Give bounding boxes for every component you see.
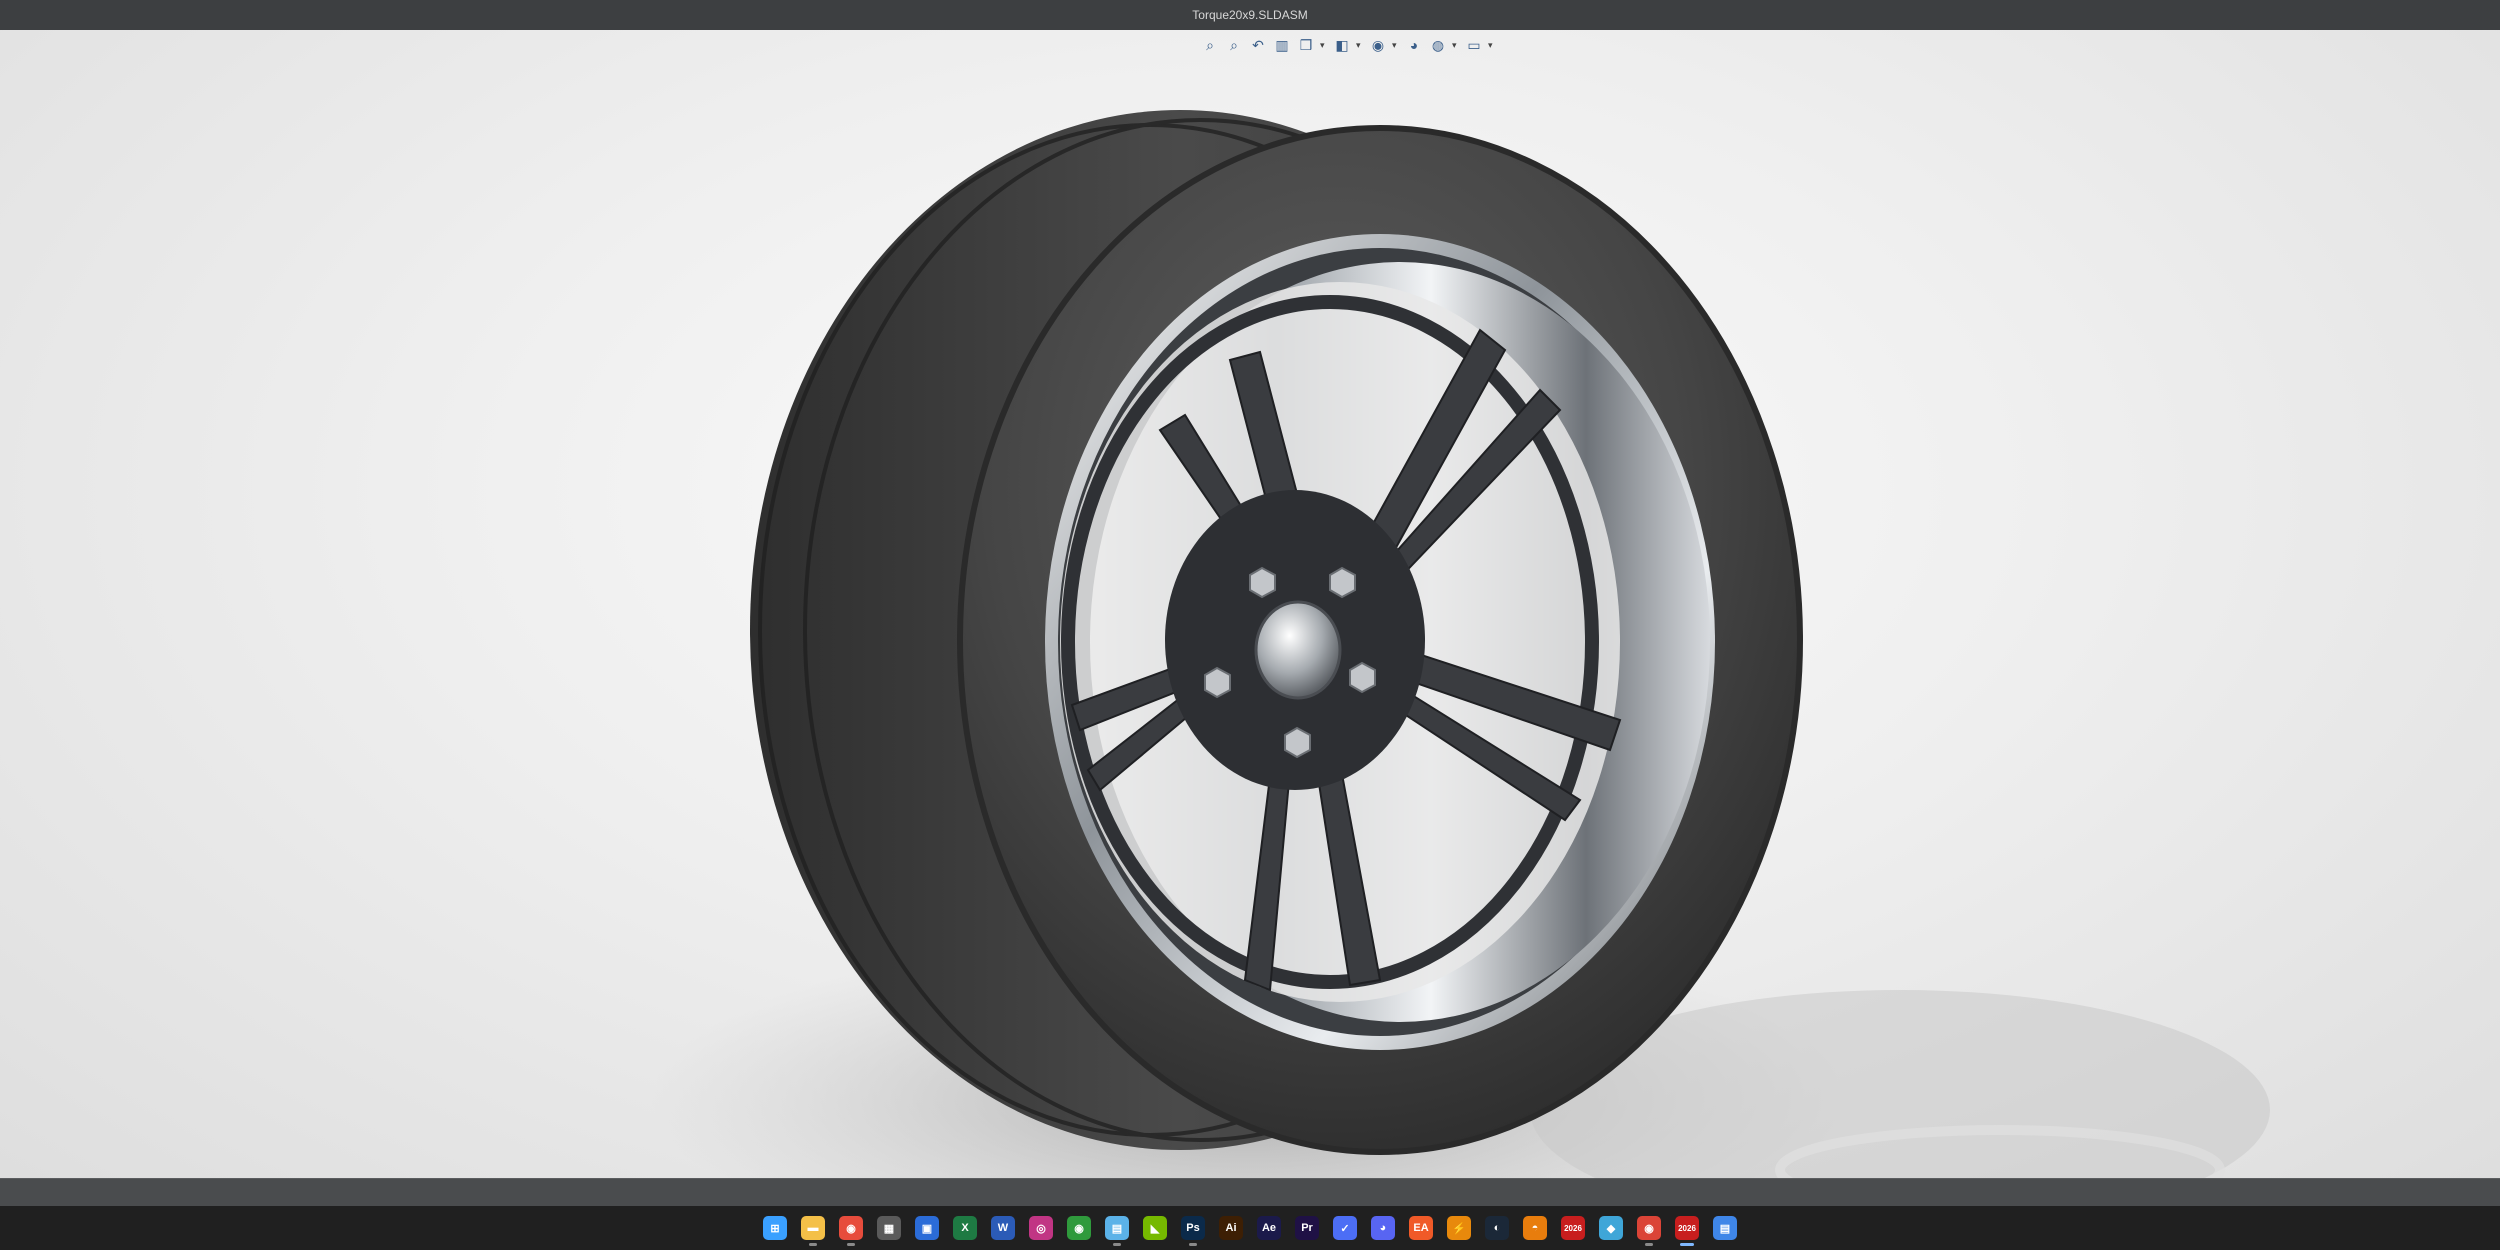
premiere-icon: Pr <box>1295 1216 1319 1240</box>
discord-icon: ◕ <box>1371 1216 1395 1240</box>
window-title: Torque20x9.SLDASM <box>1192 8 1308 22</box>
zoom-to-area-icon: ⌕ <box>1230 36 1238 53</box>
file-explorer-taskbar-button[interactable]: ▬ <box>798 1212 828 1246</box>
dropdown-caret-icon[interactable]: ▾ <box>1488 40 1496 51</box>
notepad-icon: ▤ <box>1105 1216 1129 1240</box>
messenger-taskbar-button[interactable]: ✓ <box>1330 1212 1360 1244</box>
start-menu-taskbar-button[interactable]: ⊞ <box>760 1212 790 1244</box>
start-menu-icon: ⊞ <box>763 1216 787 1240</box>
store-icon: ▣ <box>915 1216 939 1240</box>
dropdown-caret-icon[interactable]: ▾ <box>1452 40 1460 51</box>
previous-view-button[interactable]: ↶ <box>1248 35 1268 55</box>
solidworks-2026-icon: 2026 <box>1561 1216 1585 1240</box>
view-settings-button[interactable]: ▭ <box>1464 35 1484 55</box>
blender-taskbar-button[interactable]: ◓ <box>1520 1212 1550 1244</box>
solidworks-2026-active-icon: 2026 <box>1675 1216 1699 1240</box>
illustrator-icon: Ai <box>1219 1216 1243 1240</box>
xbox-taskbar-button[interactable]: ◉ <box>1064 1212 1094 1244</box>
notes-taskbar-button[interactable]: ▤ <box>1710 1212 1740 1244</box>
zoom-to-fit-button[interactable]: ⌕ <box>1200 35 1220 55</box>
steam-icon: ◐ <box>1485 1216 1509 1240</box>
zoom-to-area-button[interactable]: ⌕ <box>1224 35 1244 55</box>
view-orientation-button[interactable]: ❒ <box>1296 35 1316 55</box>
notepad-taskbar-button[interactable]: ▤ <box>1102 1212 1132 1246</box>
ea-app-icon: EA <box>1409 1216 1433 1240</box>
apply-scene-icon: ◍ <box>1431 36 1445 53</box>
after-effects-icon: Ae <box>1257 1216 1281 1240</box>
status-bar <box>0 1178 2500 1207</box>
store-taskbar-button[interactable]: ▣ <box>912 1212 942 1244</box>
section-view-button[interactable]: ▥ <box>1272 35 1292 55</box>
solidworks-2026-active-taskbar-button[interactable]: 2026 <box>1672 1212 1702 1246</box>
view-settings-icon: ▭ <box>1467 36 1481 53</box>
dropdown-caret-icon[interactable]: ▾ <box>1392 40 1400 51</box>
nvidia-icon: ◣ <box>1143 1216 1167 1240</box>
chrome-icon: ◉ <box>839 1216 863 1240</box>
file-explorer-icon: ▬ <box>801 1216 825 1240</box>
calculator-taskbar-button[interactable]: ▦ <box>874 1212 904 1244</box>
windows-taskbar: ⊞ ▬ ◉ ▦ ▣ X W ◎ ◉ ▤ ◣ Ps Ai Ae Pr ✓ ◕ EA ⚡ ◐ ◓ 2026 ◆ ◉ 2026 ▤ <box>0 1206 2500 1250</box>
center-cap <box>1254 600 1342 700</box>
illustrator-taskbar-button[interactable]: Ai <box>1216 1212 1246 1244</box>
display-style-button[interactable]: ◧ <box>1332 35 1352 55</box>
instagram-icon: ◎ <box>1029 1216 1053 1240</box>
window-titlebar: Torque20x9.SLDASM <box>0 0 2500 30</box>
chrome-profile-taskbar-button[interactable]: ◉ <box>1634 1212 1664 1246</box>
zoom-to-fit-icon: ⌕ <box>1206 36 1214 53</box>
cube-app-icon: ◆ <box>1599 1216 1623 1240</box>
notes-icon: ▤ <box>1713 1216 1737 1240</box>
edit-appearance-icon: ◕ <box>1409 37 1419 53</box>
hide-show-items-button[interactable]: ◉ <box>1368 35 1388 55</box>
word-taskbar-button[interactable]: W <box>988 1212 1018 1244</box>
edit-appearance-button[interactable]: ◕ <box>1404 35 1424 55</box>
discord-taskbar-button[interactable]: ◕ <box>1368 1212 1398 1244</box>
word-icon: W <box>991 1216 1015 1240</box>
steam-taskbar-button[interactable]: ◐ <box>1482 1212 1512 1244</box>
chrome-profile-icon: ◉ <box>1637 1216 1661 1240</box>
nvidia-taskbar-button[interactable]: ◣ <box>1140 1212 1170 1244</box>
wheel-model-render[interactable] <box>0 30 2500 1178</box>
dropdown-caret-icon[interactable]: ▾ <box>1320 40 1328 51</box>
xbox-icon: ◉ <box>1067 1216 1091 1240</box>
blender-icon: ◓ <box>1523 1216 1547 1240</box>
sketch-taskbar-button[interactable]: ⚡ <box>1444 1212 1474 1244</box>
previous-view-icon: ↶ <box>1252 36 1264 53</box>
solidworks-2026-taskbar-button[interactable]: 2026 <box>1558 1212 1588 1244</box>
cube-app-taskbar-button[interactable]: ◆ <box>1596 1212 1626 1244</box>
excel-taskbar-button[interactable]: X <box>950 1212 980 1244</box>
calculator-icon: ▦ <box>877 1216 901 1240</box>
after-effects-taskbar-button[interactable]: Ae <box>1254 1212 1284 1244</box>
chrome-taskbar-button[interactable]: ◉ <box>836 1212 866 1246</box>
view-orientation-icon: ❒ <box>1299 36 1313 53</box>
sketch-icon: ⚡ <box>1447 1216 1471 1240</box>
messenger-icon: ✓ <box>1333 1216 1357 1240</box>
instagram-taskbar-button[interactable]: ◎ <box>1026 1212 1056 1244</box>
ea-app-taskbar-button[interactable]: EA <box>1406 1212 1436 1244</box>
apply-scene-button[interactable]: ◍ <box>1428 35 1448 55</box>
hide-show-items-icon: ◉ <box>1371 36 1385 53</box>
dropdown-caret-icon[interactable]: ▾ <box>1356 40 1364 51</box>
display-style-icon: ◧ <box>1335 36 1349 53</box>
section-view-icon: ▥ <box>1275 36 1289 53</box>
heads-up-view-toolbar: ⌕ ⌕ ↶ ▥ ❒ ▾ ◧ ▾ ◉ ▾ ◕ ◍ ▾ ▭ ▾ <box>1200 33 1496 57</box>
photoshop-taskbar-button[interactable]: Ps <box>1178 1212 1208 1246</box>
excel-icon: X <box>953 1216 977 1240</box>
premiere-taskbar-button[interactable]: Pr <box>1292 1212 1322 1244</box>
photoshop-icon: Ps <box>1181 1216 1205 1240</box>
